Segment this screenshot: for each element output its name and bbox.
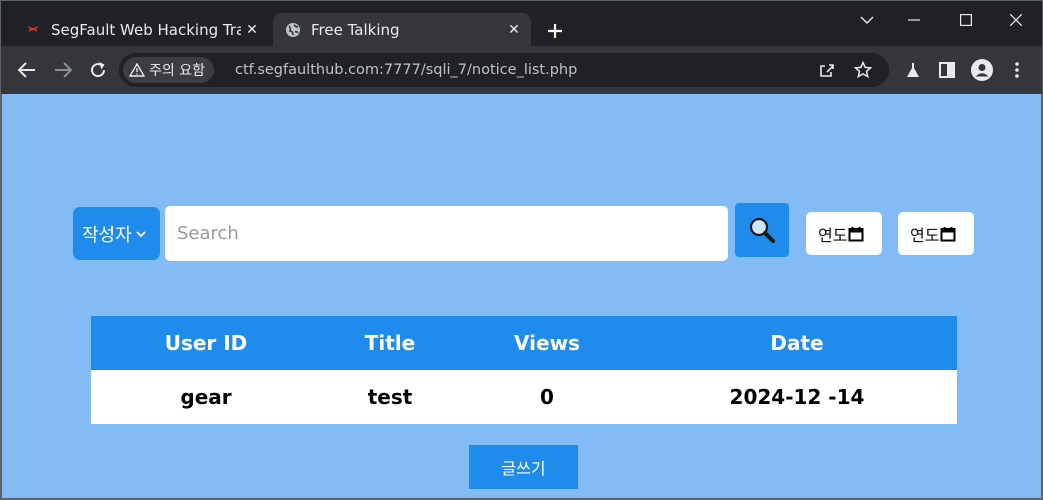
- cell-title[interactable]: test: [331, 370, 449, 424]
- globe-icon: [285, 22, 301, 38]
- url-text[interactable]: ctf.segfaulthub.com:7777/sqli_7/notice_l…: [235, 53, 577, 87]
- tab-free-talking[interactable]: Free Talking ✕: [273, 13, 531, 47]
- search-filter-select[interactable]: 작성자: [73, 207, 160, 260]
- calendar-icon[interactable]: [848, 226, 864, 242]
- tab-label: Free Talking: [311, 21, 400, 39]
- search-icon: [749, 217, 775, 243]
- forward-icon[interactable]: [51, 58, 75, 82]
- minimize-icon[interactable]: [891, 7, 937, 33]
- search-input[interactable]: Search: [165, 206, 728, 261]
- bookmark-star-icon[interactable]: [851, 58, 875, 82]
- chevron-down-icon: [136, 227, 146, 241]
- search-placeholder: Search: [177, 223, 239, 244]
- notice-table: User ID Title Views Date gear test 0 202…: [91, 316, 957, 424]
- address-bar[interactable]: 주의 요함 ctf.segfaulthub.com:7777/sqli_7/no…: [119, 53, 889, 87]
- tab-segfault[interactable]: SegFault Web Hacking Trai ✕: [13, 13, 269, 47]
- menu-kebab-icon[interactable]: [1005, 58, 1029, 82]
- cell-user-id: gear: [180, 385, 232, 409]
- side-panel-icon[interactable]: [935, 58, 959, 82]
- tab-search-chevron-icon[interactable]: [844, 7, 890, 33]
- segfault-logo-icon: [25, 22, 41, 38]
- date-to-value: 연도: [910, 225, 940, 245]
- browser-titlebar: SegFault Web Hacking Trai ✕ Free Talking…: [0, 0, 1043, 47]
- tab-label: SegFault Web Hacking Trai: [51, 21, 241, 39]
- date-to-input[interactable]: 연도: [898, 212, 974, 255]
- share-icon[interactable]: [815, 58, 839, 82]
- close-window-icon[interactable]: [993, 7, 1039, 33]
- browser-toolbar: 주의 요함 ctf.segfaulthub.com:7777/sqli_7/no…: [0, 46, 1043, 94]
- cell-date: 2024-12 -14: [729, 385, 865, 409]
- labs-flask-icon[interactable]: [901, 58, 925, 82]
- search-button[interactable]: [735, 203, 789, 257]
- warning-icon: [129, 63, 145, 77]
- reload-icon[interactable]: [86, 58, 110, 82]
- header-title: Title: [364, 331, 416, 355]
- date-from-value: 연도: [818, 225, 848, 245]
- write-post-button[interactable]: 글쓰기: [469, 445, 578, 489]
- maximize-icon[interactable]: [943, 7, 989, 33]
- date-from-input[interactable]: 연도: [806, 212, 882, 255]
- security-chip[interactable]: 주의 요함: [123, 57, 214, 83]
- back-icon[interactable]: [15, 58, 39, 82]
- cell-views: 0: [540, 385, 554, 409]
- page-content: 작성자 Search 연도 연도 User ID Title Views Dat…: [0, 94, 1043, 500]
- header-views: Views: [514, 331, 580, 355]
- close-tab-icon[interactable]: ✕: [503, 19, 525, 41]
- search-filter-value: 작성자: [82, 224, 132, 246]
- security-label: 주의 요함: [149, 63, 205, 79]
- profile-avatar-icon[interactable]: [970, 58, 994, 82]
- table-header-row: User ID Title Views Date: [91, 316, 957, 370]
- new-tab-icon[interactable]: [541, 17, 569, 45]
- header-user-id: User ID: [164, 331, 248, 355]
- close-tab-icon[interactable]: ✕: [241, 19, 263, 41]
- calendar-icon[interactable]: [940, 226, 956, 242]
- table-row[interactable]: gear test 0 2024-12 -14: [91, 370, 957, 424]
- header-date: Date: [770, 331, 824, 355]
